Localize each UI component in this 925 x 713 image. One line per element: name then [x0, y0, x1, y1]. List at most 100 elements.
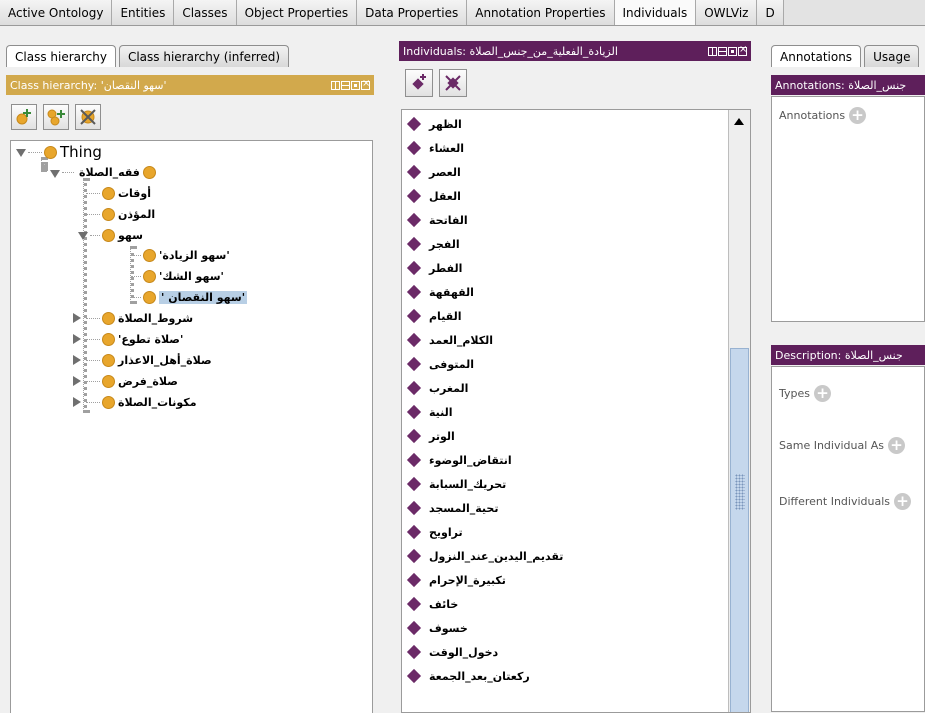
class-node-ahl-alaadhar[interactable]: صلاة_أهل_الاعذار: [86, 350, 212, 370]
tab-1[interactable]: Entities: [112, 0, 175, 25]
class-node-fard[interactable]: صلاة_فرض: [86, 371, 178, 391]
add-different-individual-button[interactable]: +: [894, 493, 912, 510]
individual-icon: [406, 476, 422, 492]
individual-icon: [406, 572, 422, 588]
individual-item[interactable]: خسوف: [402, 616, 727, 640]
individual-item[interactable]: الفاتحة: [402, 208, 727, 232]
expand-fard-icon[interactable]: [73, 376, 81, 386]
individuals-area: Individuals: الزيادة_الفعلية_من_جنس_الصل…: [393, 27, 759, 713]
tab-3[interactable]: Object Properties: [236, 0, 358, 25]
close-view-icon[interactable]: [738, 44, 747, 56]
tab-class-hierarchy[interactable]: Class hierarchy: [6, 45, 116, 67]
expand-sahw-icon[interactable]: [78, 232, 88, 240]
individual-icon: [406, 188, 422, 204]
individual-item[interactable]: تراويح: [402, 520, 727, 544]
individual-item[interactable]: خائف: [402, 592, 727, 616]
class-node-awqat[interactable]: أوقات: [86, 183, 151, 203]
scroll-thumb[interactable]: [730, 348, 749, 712]
float-view-icon[interactable]: [351, 80, 360, 90]
add-annotation-button[interactable]: +: [849, 107, 867, 124]
tab-2[interactable]: Classes: [174, 0, 237, 25]
add-subclass-button[interactable]: [11, 104, 37, 130]
individual-label: خسوف: [429, 621, 468, 635]
tree-connector: [131, 275, 141, 277]
float-view-icon[interactable]: [728, 46, 737, 56]
individual-item[interactable]: المتوفى: [402, 352, 727, 376]
individual-item[interactable]: ركعتان_بعد_الجمعة: [402, 664, 727, 688]
individual-item[interactable]: المغرب: [402, 376, 727, 400]
class-node-fiqh-alsalah[interactable]: فقه_الصلاة: [62, 162, 156, 182]
same-individual-row: Same Individual As +: [779, 437, 906, 454]
split-view-icon[interactable]: [331, 80, 340, 90]
individual-item[interactable]: العقل: [402, 184, 727, 208]
add-type-button[interactable]: +: [814, 385, 831, 402]
minimize-view-icon[interactable]: [718, 46, 727, 56]
class-node-muadhin[interactable]: المؤذن: [86, 204, 155, 224]
tab-6[interactable]: Individuals: [614, 0, 697, 25]
expand-thing-icon[interactable]: [16, 149, 26, 157]
individual-item[interactable]: تحية_المسجد: [402, 496, 727, 520]
individuals-scrollbar[interactable]: [728, 110, 750, 712]
individual-item[interactable]: الكلام_العمد: [402, 328, 727, 352]
class-node-sahw-nuqsan[interactable]: ' سهو النقصان': [131, 287, 248, 307]
close-view-icon[interactable]: [361, 78, 370, 90]
individual-item[interactable]: الفطر: [402, 256, 727, 280]
individual-icon: [406, 524, 422, 540]
class-node-sahw[interactable]: سهو: [90, 225, 143, 245]
class-label: ' سهو النقصان': [159, 290, 248, 304]
class-node-thing[interactable]: Thing: [28, 142, 102, 162]
class-node-sahw-ziyada[interactable]: 'سهو الزيادة': [131, 245, 230, 265]
individual-item[interactable]: دخول_الوقت: [402, 640, 727, 664]
tab-usage[interactable]: Usage: [864, 45, 920, 67]
add-sibling-class-button[interactable]: [43, 104, 69, 130]
tab-0[interactable]: Active Ontology: [0, 0, 113, 25]
class-label: 'صلاة تطوع': [118, 332, 184, 346]
tab-5[interactable]: Annotation Properties: [467, 0, 615, 25]
delete-individual-button[interactable]: [439, 69, 467, 97]
tab-7[interactable]: OWLViz: [696, 0, 758, 25]
minimize-view-icon[interactable]: [341, 80, 350, 90]
individual-item[interactable]: القهقهة: [402, 280, 727, 304]
tab-class-hierarchy-inferred[interactable]: Class hierarchy (inferred): [118, 45, 290, 67]
tab-4[interactable]: Data Properties: [357, 0, 468, 25]
expand-shurut-icon[interactable]: [73, 313, 81, 323]
individual-label: العصر: [429, 165, 461, 179]
delete-class-button[interactable]: [75, 104, 101, 130]
individual-item[interactable]: تكبيرة_الإحرام: [402, 568, 727, 592]
different-individuals-row: Different Individuals +: [779, 493, 912, 510]
individual-item[interactable]: الوتر: [402, 424, 727, 448]
expand-ahl-alaadhar-icon[interactable]: [73, 355, 81, 365]
individual-item[interactable]: العصر: [402, 160, 727, 184]
class-tree[interactable]: Thing فقه_الصلاة أوقات المؤذن سهو 'سهو ا…: [10, 140, 373, 713]
class-node-tatawwu[interactable]: 'صلاة تطوع': [86, 329, 183, 349]
individual-item[interactable]: القيام: [402, 304, 727, 328]
individual-item[interactable]: انتقاض_الوضوء: [402, 448, 727, 472]
individual-item[interactable]: تقديم_اليدين_عند_النزول: [402, 544, 727, 568]
individual-icon: [406, 332, 422, 348]
expand-mukawwinat-icon[interactable]: [73, 397, 81, 407]
expand-fiqh-icon[interactable]: [50, 170, 60, 178]
add-individual-button[interactable]: [405, 69, 433, 97]
individual-label: العقل: [429, 189, 461, 203]
individual-item[interactable]: الفجر: [402, 232, 727, 256]
tab-annotations[interactable]: Annotations: [771, 45, 862, 67]
split-view-icon[interactable]: [708, 46, 717, 56]
expand-tatawwu-icon[interactable]: [73, 334, 81, 344]
class-node-sahw-shak[interactable]: 'سهو الشك': [131, 266, 224, 286]
individual-item[interactable]: النية: [402, 400, 727, 424]
add-same-individual-button[interactable]: +: [888, 437, 906, 454]
scroll-up-arrow-icon[interactable]: [734, 118, 744, 125]
annotations-label: Annotations: [779, 109, 846, 122]
individual-label: الوتر: [429, 429, 455, 443]
class-label: شروط_الصلاة: [118, 311, 194, 325]
class-node-mukawwinat[interactable]: مكونات_الصلاة: [86, 392, 197, 412]
tree-connector: [86, 317, 100, 319]
class-node-shurut[interactable]: شروط_الصلاة: [86, 308, 193, 328]
individual-item[interactable]: الظهر: [402, 112, 727, 136]
individual-item[interactable]: تحريك_السبابة: [402, 472, 727, 496]
class-icon: [102, 353, 115, 367]
tab-8[interactable]: D: [757, 0, 784, 25]
individual-item[interactable]: العشاء: [402, 136, 727, 160]
individuals-list[interactable]: الظهر العشاء العصر العقل الفاتحة الفجر الفطر ال…: [401, 109, 751, 713]
delete-individual-icon: [445, 75, 461, 91]
